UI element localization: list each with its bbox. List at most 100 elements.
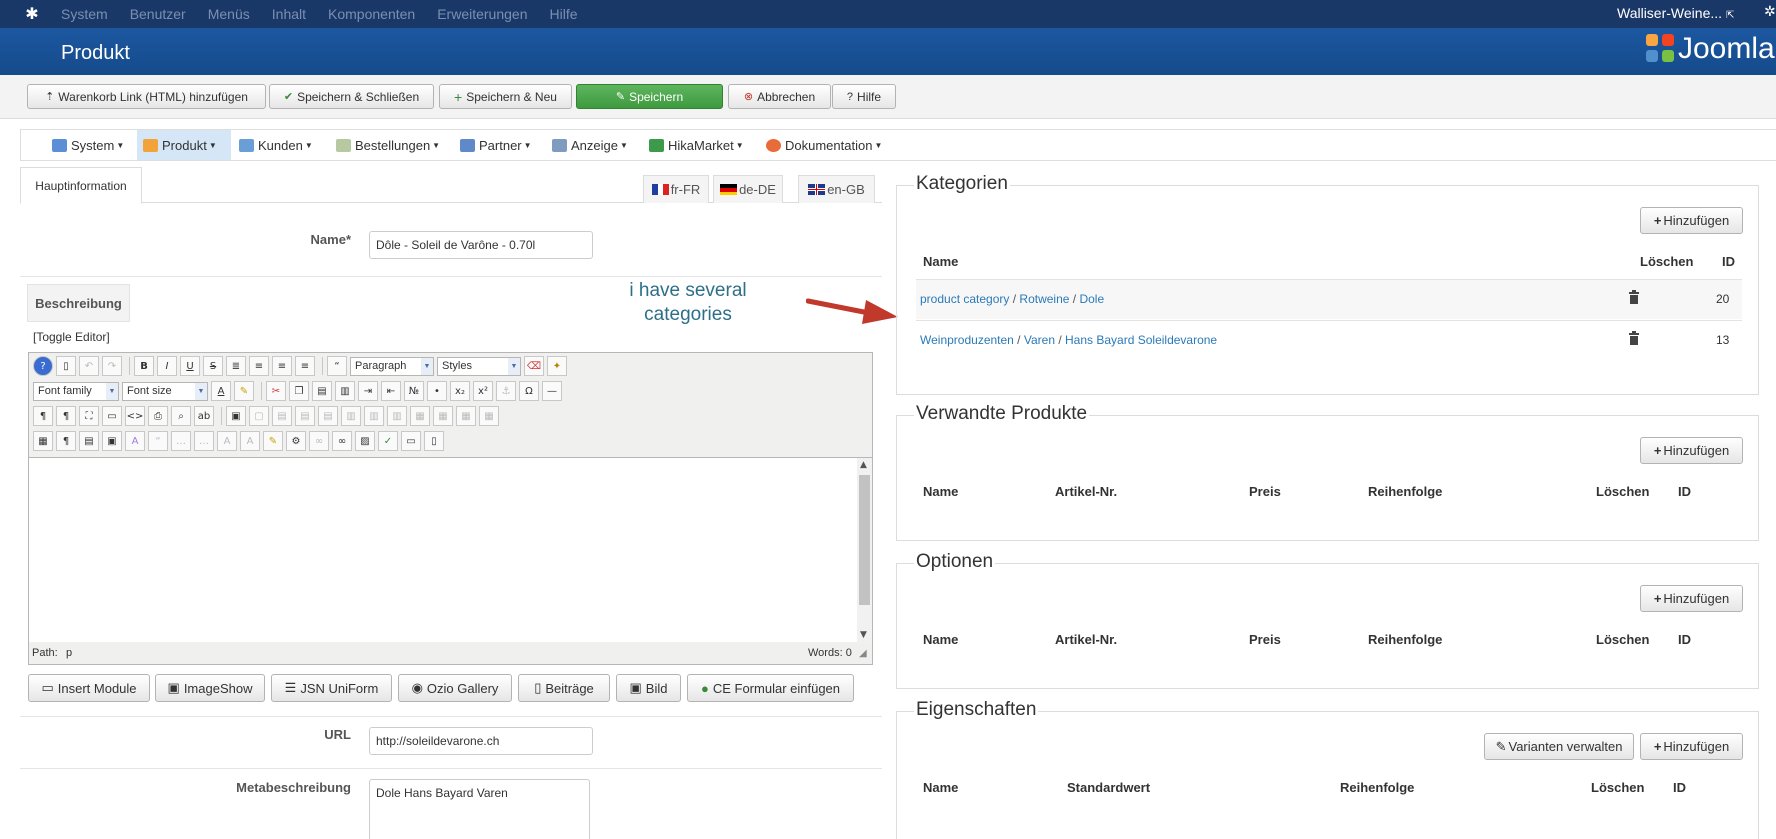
outdent-icon[interactable]: ⇤	[381, 381, 401, 401]
strikethrough-icon[interactable]: S	[203, 356, 223, 376]
font-size-select[interactable]: Font size ▼	[122, 381, 208, 401]
joomla-icon[interactable]: ✱	[23, 5, 41, 23]
align-left-icon[interactable]: ≡	[272, 356, 292, 376]
anchor-icon[interactable]: ⚓	[496, 381, 516, 401]
menu-komponenten[interactable]: Komponenten	[328, 6, 415, 22]
align-right-icon[interactable]: ≡	[295, 356, 315, 376]
font-family-select[interactable]: Font family ▼	[33, 381, 119, 401]
table-delete-row-icon[interactable]: ▤	[318, 406, 338, 426]
superscript-icon[interactable]: x²	[473, 381, 493, 401]
path-value[interactable]: p	[66, 647, 72, 659]
table-row-before-icon[interactable]: ▤	[272, 406, 292, 426]
paragraph-mark-icon[interactable]: ¶	[56, 431, 76, 451]
ce-formular-button[interactable]: ● CE Formular einfügen	[687, 674, 854, 702]
menu-inhalt[interactable]: Inhalt	[272, 6, 306, 22]
rtl-icon[interactable]: ¶	[56, 406, 76, 426]
category-link[interactable]: Dole	[1079, 292, 1104, 306]
hika-menu-system[interactable]: System ▼	[46, 130, 130, 160]
undo-icon[interactable]: ↶	[79, 356, 99, 376]
blockquote-icon[interactable]: “	[327, 356, 347, 376]
insert-module-button[interactable]: ▭ Insert Module	[28, 674, 150, 702]
table-row-after-icon[interactable]: ▤	[295, 406, 315, 426]
trash-icon[interactable]	[1628, 331, 1640, 345]
highlight-color-icon[interactable]: ✎	[234, 381, 254, 401]
preview-icon[interactable]: ▭	[102, 406, 122, 426]
add-category-button[interactable]: + Hinzufügen	[1640, 207, 1743, 234]
attributes-icon[interactable]: ✎	[263, 431, 283, 451]
code-icon[interactable]: <>	[125, 406, 145, 426]
image-icon[interactable]: ▨	[355, 431, 375, 451]
ozio-gallery-button[interactable]: ◉ Ozio Gallery	[398, 674, 512, 702]
save-new-button[interactable]: + Speichern & Neu	[439, 84, 572, 109]
bild-button[interactable]: ▣ Bild	[616, 674, 681, 702]
spellcheck-icon[interactable]: ✓	[378, 431, 398, 451]
tab-lang-fr[interactable]: fr-FR	[643, 175, 709, 203]
tab-lang-en[interactable]: en-GB	[798, 175, 875, 203]
tab-lang-de[interactable]: de-DE	[713, 175, 783, 203]
resize-handle-icon[interactable]: ◢	[859, 648, 867, 659]
eraser-icon[interactable]: ⌫	[524, 356, 544, 376]
indent-icon[interactable]: ⇥	[358, 381, 378, 401]
hika-menu-kunden[interactable]: Kunden ▼	[233, 130, 319, 160]
table-merge-icon[interactable]: ▦	[433, 406, 453, 426]
save-close-button[interactable]: ✔ Speichern & Schließen	[269, 84, 434, 109]
category-link[interactable]: product category	[920, 292, 1009, 306]
paste-icon[interactable]: ▤	[312, 381, 332, 401]
visual-aid-icon[interactable]: ▯	[424, 431, 444, 451]
hika-menu-anzeige[interactable]: Anzeige ▼	[546, 130, 634, 160]
subscript-icon[interactable]: x₂	[450, 381, 470, 401]
gear-icon[interactable]: ✲	[1764, 4, 1776, 20]
underline-icon[interactable]: U	[180, 356, 200, 376]
site-link[interactable]: Walliser-Weine... ⇱	[1617, 5, 1734, 21]
menu-erweiterungen[interactable]: Erweiterungen	[437, 6, 527, 22]
name-input[interactable]: Dôle - Soleil de Varône - 0.70l	[369, 231, 593, 259]
table-cell-icon[interactable]: ▦	[479, 406, 499, 426]
acronym-icon[interactable]: …	[194, 431, 214, 451]
menu-benutzer[interactable]: Benutzer	[130, 6, 186, 22]
table-split-icon[interactable]: ▦	[410, 406, 430, 426]
toggle-editor-link[interactable]: [Toggle Editor]	[33, 330, 110, 344]
insert-layer-icon[interactable]: ▣	[226, 406, 246, 426]
pagebreak-icon[interactable]: ▭	[401, 431, 421, 451]
cite-icon[interactable]: “	[148, 431, 168, 451]
cart-link-button[interactable]: ⇡ Warenkorb Link (HTML) hinzufügen	[27, 84, 266, 109]
omega-icon[interactable]: Ω	[519, 381, 539, 401]
redo-icon[interactable]: ↷	[102, 356, 122, 376]
align-center-icon[interactable]: ≡	[249, 356, 269, 376]
media-icon[interactable]: ▣	[102, 431, 122, 451]
table-col-before-icon[interactable]: ▥	[341, 406, 361, 426]
style-icon[interactable]: A	[125, 431, 145, 451]
find-icon[interactable]: ⌕	[171, 406, 191, 426]
template-icon[interactable]: ▤	[79, 431, 99, 451]
new-document-icon[interactable]: ▯	[56, 356, 76, 376]
copy-icon[interactable]: ❐	[289, 381, 309, 401]
jsn-uniform-button[interactable]: ☰ JSN UniForm	[271, 674, 392, 702]
imageshow-button[interactable]: ▣ ImageShow	[155, 674, 265, 702]
bold-icon[interactable]: B	[134, 356, 154, 376]
save-button[interactable]: ✎ Speichern	[576, 84, 723, 109]
table-icon[interactable]: ▦	[33, 431, 53, 451]
category-link[interactable]: Hans Bayard Soleildevarone	[1065, 333, 1217, 347]
clean-icon[interactable]: ✦	[547, 356, 567, 376]
scroll-up-icon[interactable]: ▲	[860, 460, 867, 470]
cancel-button[interactable]: ⊗ Abbrechen	[728, 84, 831, 109]
scrollbar-thumb[interactable]	[859, 475, 870, 605]
cut-icon[interactable]: ✂	[266, 381, 286, 401]
url-input[interactable]: http://soleildevarone.ch	[369, 727, 593, 755]
abbr-icon[interactable]: …	[171, 431, 191, 451]
help-button[interactable]: ? Hilfe	[832, 84, 896, 109]
menu-system[interactable]: System	[61, 6, 108, 22]
link-icon[interactable]: ∞	[309, 431, 329, 451]
absolute-icon[interactable]: ▢	[249, 406, 269, 426]
meta-textarea[interactable]: Dole Hans Bayard Varen	[369, 779, 590, 839]
numbered-list-icon[interactable]: №	[404, 381, 424, 401]
menu-menues[interactable]: Menüs	[208, 6, 250, 22]
beitraege-button[interactable]: ▯ Beiträge	[518, 674, 610, 702]
fullscreen-icon[interactable]: ⛶	[79, 406, 99, 426]
styles-select[interactable]: Styles ▼	[437, 356, 521, 376]
nonbreaking-icon[interactable]: ⚙	[286, 431, 306, 451]
align-justify-icon[interactable]: ≣	[226, 356, 246, 376]
trash-icon[interactable]	[1628, 290, 1640, 304]
hika-menu-bestellungen[interactable]: Bestellungen ▼	[330, 130, 446, 160]
help-icon[interactable]: ?	[33, 356, 53, 376]
